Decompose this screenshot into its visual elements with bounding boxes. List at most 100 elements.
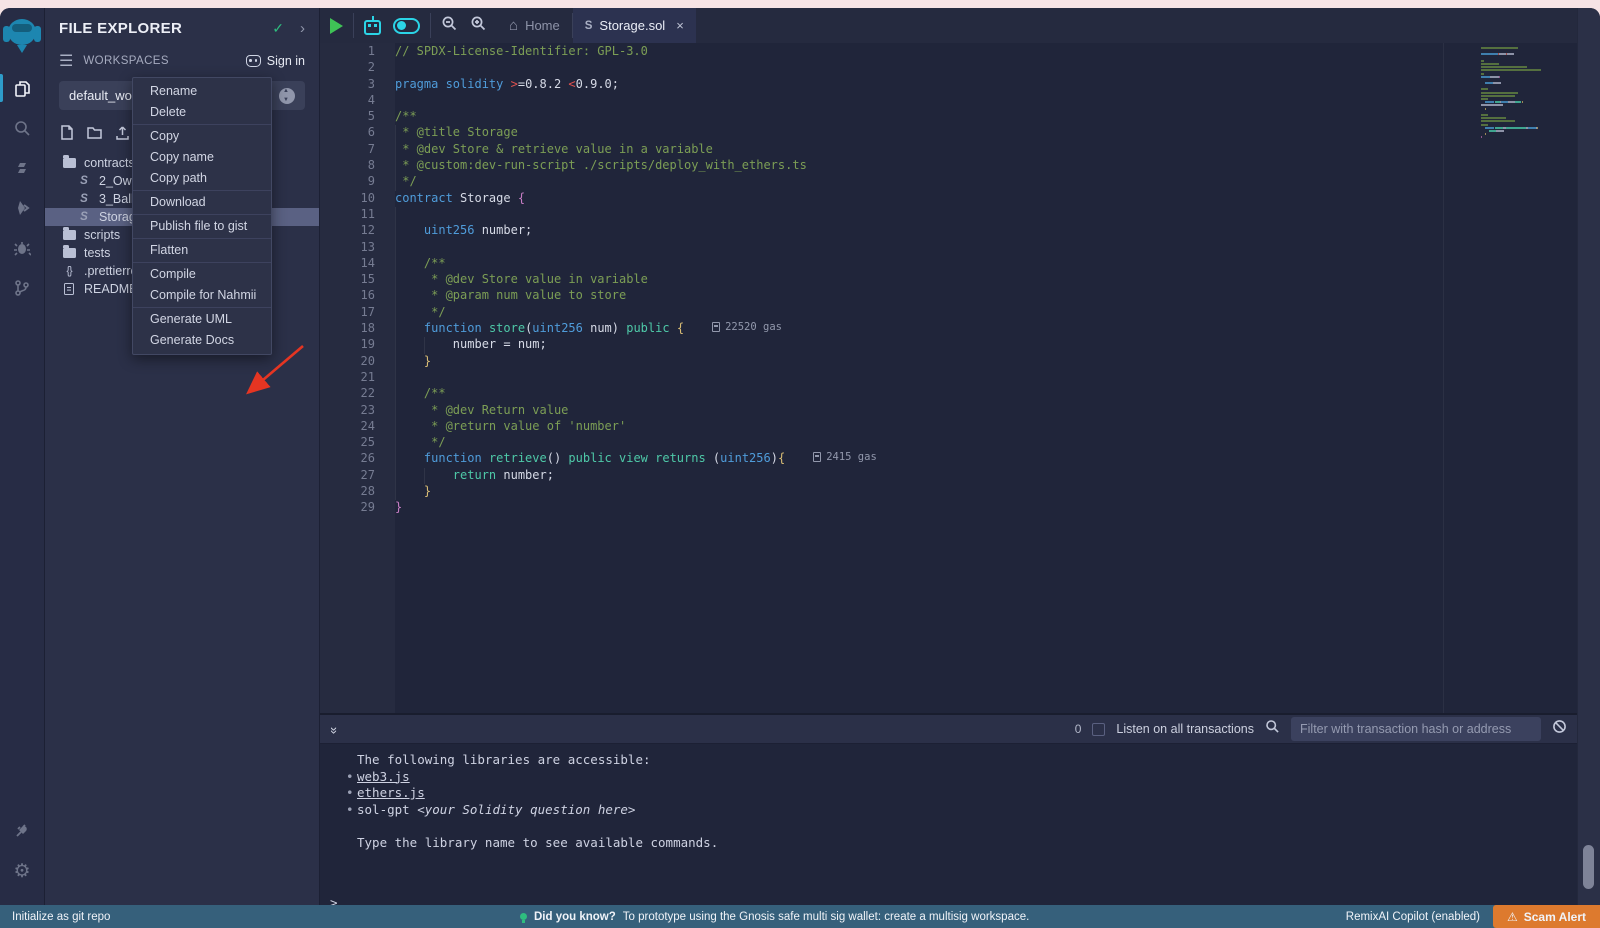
sign-in-button[interactable]: Sign in: [246, 54, 305, 68]
code-line-2: [395, 60, 1443, 76]
menu-item-copy[interactable]: Copy: [133, 126, 271, 147]
menu-separator: [133, 262, 271, 263]
new-file-icon[interactable]: [59, 124, 75, 146]
menu-item-rename[interactable]: Rename: [133, 81, 271, 102]
search-icon[interactable]: [0, 108, 45, 148]
menu-item-compile-for-nahmii[interactable]: Compile for Nahmii: [133, 285, 271, 306]
indent-guide: [395, 174, 396, 190]
code-line-1: // SPDX-License-Identifier: GPL-3.0: [395, 44, 1443, 60]
menu-item-download[interactable]: Download: [133, 192, 271, 213]
editor-tabbar: ⌂ Home S Storage.sol ×: [320, 8, 1577, 43]
upload-file-icon[interactable]: [114, 124, 131, 146]
folder-icon: [61, 230, 77, 240]
line-number: 3: [320, 77, 395, 93]
indent-guide: [395, 272, 396, 288]
menu-item-publish-file-to-gist[interactable]: Publish file to gist: [133, 216, 271, 237]
home-icon: ⌂: [509, 17, 518, 34]
minimap-line: [1481, 124, 1569, 126]
library-link[interactable]: ethers.js: [357, 785, 425, 800]
tab-storage-sol[interactable]: S Storage.sol ×: [573, 8, 696, 43]
workspace-stepper-icon[interactable]: [279, 88, 295, 104]
line-number: 25: [320, 435, 395, 451]
close-tab-icon[interactable]: ×: [676, 18, 684, 33]
check-icon: ✓: [272, 20, 284, 37]
minimap-line: [1481, 50, 1569, 52]
folder-icon: [61, 248, 77, 258]
ai-copilot-robot-icon[interactable]: [364, 20, 381, 35]
menu-item-copy-path[interactable]: Copy path: [133, 168, 271, 189]
minimap-line: [1481, 79, 1569, 81]
menu-item-delete[interactable]: Delete: [133, 102, 271, 123]
minimap-line: [1481, 63, 1569, 65]
editor-minimap[interactable]: [1477, 45, 1569, 139]
terminal-search-icon[interactable]: [1265, 719, 1280, 739]
new-folder-icon[interactable]: [86, 124, 103, 146]
lightbulb-icon: [520, 913, 527, 920]
terminal-line: [357, 818, 1577, 835]
zoom-out-icon[interactable]: [441, 15, 458, 37]
expand-chevron-icon[interactable]: ›: [300, 20, 305, 37]
workspaces-label: WORKSPACES: [83, 55, 245, 67]
minimap-line: [1481, 114, 1569, 116]
page-scrollbar[interactable]: [1577, 8, 1600, 905]
minimap-line: [1481, 133, 1569, 135]
ai-copilot-toggle[interactable]: [393, 18, 420, 34]
line-number: 24: [320, 419, 395, 435]
minimap-line: [1481, 98, 1569, 100]
remix-logo-icon[interactable]: [3, 16, 41, 54]
terminal-line[interactable]: •web3.js: [357, 769, 1577, 786]
github-icon: [246, 55, 261, 67]
code-lines[interactable]: // SPDX-License-Identifier: GPL-3.0pragm…: [395, 43, 1444, 713]
workspaces-menu-icon[interactable]: ☰: [59, 51, 73, 71]
zoom-in-icon[interactable]: [470, 15, 487, 37]
code-line-21: [395, 370, 1443, 386]
file-explorer-panel: FILE EXPLORER ✓ › ☰ WORKSPACES Sign in d…: [45, 8, 320, 905]
plugin-manager-icon[interactable]: [0, 811, 45, 851]
line-number: 2: [320, 60, 395, 76]
json-file-icon: {}: [61, 265, 77, 277]
minimap-line: [1481, 66, 1569, 68]
tree-item-label: scripts: [84, 228, 120, 242]
code-line-4: [395, 93, 1443, 109]
terminal-output[interactable]: The following libraries are accessible:•…: [320, 744, 1577, 912]
debugger-icon[interactable]: [0, 228, 45, 268]
panel-title: FILE EXPLORER: [59, 20, 272, 37]
code-line-28: }: [395, 484, 1443, 500]
menu-item-generate-docs[interactable]: Generate Docs: [133, 330, 271, 351]
gas-estimate: 2415 gas: [813, 451, 877, 463]
menu-separator: [133, 124, 271, 125]
code-editor[interactable]: 1234567891011121314151617181920212223242…: [320, 43, 1577, 713]
menu-item-generate-uml[interactable]: Generate UML: [133, 309, 271, 330]
line-number: 18: [320, 321, 395, 337]
menu-item-flatten[interactable]: Flatten: [133, 240, 271, 261]
deploy-run-icon[interactable]: [0, 188, 45, 228]
git-init-button[interactable]: Initialize as git repo: [12, 911, 110, 923]
settings-gear-icon[interactable]: ⚙: [0, 851, 45, 891]
menu-item-compile[interactable]: Compile: [133, 264, 271, 285]
terminal-collapse-icon[interactable]: »: [327, 726, 342, 731]
file-explorer-icon[interactable]: [0, 68, 45, 108]
minimap-line: [1481, 73, 1569, 75]
indent-guide: [395, 435, 396, 451]
indent-guide: [395, 403, 396, 419]
solidity-file-icon: S: [585, 20, 593, 32]
clear-console-icon[interactable]: [1552, 719, 1567, 739]
solidity-compiler-icon[interactable]: [0, 148, 45, 188]
line-number: 27: [320, 468, 395, 484]
did-you-know-tip: Did you know? To prototype using the Gno…: [520, 911, 1029, 923]
tab-home[interactable]: ⌂ Home: [497, 8, 572, 43]
scam-alert-button[interactable]: ⚠ Scam Alert: [1493, 905, 1600, 928]
run-script-play-icon[interactable]: [330, 18, 343, 34]
indent-guide: [395, 125, 396, 141]
minimap-line: [1481, 69, 1569, 71]
indent-guide: [395, 370, 396, 386]
listen-all-checkbox[interactable]: [1092, 723, 1105, 736]
transaction-filter-input[interactable]: [1291, 717, 1541, 741]
library-link[interactable]: web3.js: [357, 769, 410, 784]
scrollbar-thumb[interactable]: [1583, 845, 1594, 889]
warning-icon: ⚠: [1507, 910, 1518, 924]
terminal-line[interactable]: •ethers.js: [357, 785, 1577, 802]
code-line-15: * @dev Store value in variable: [395, 272, 1443, 288]
menu-item-copy-name[interactable]: Copy name: [133, 147, 271, 168]
git-icon[interactable]: [0, 268, 45, 308]
